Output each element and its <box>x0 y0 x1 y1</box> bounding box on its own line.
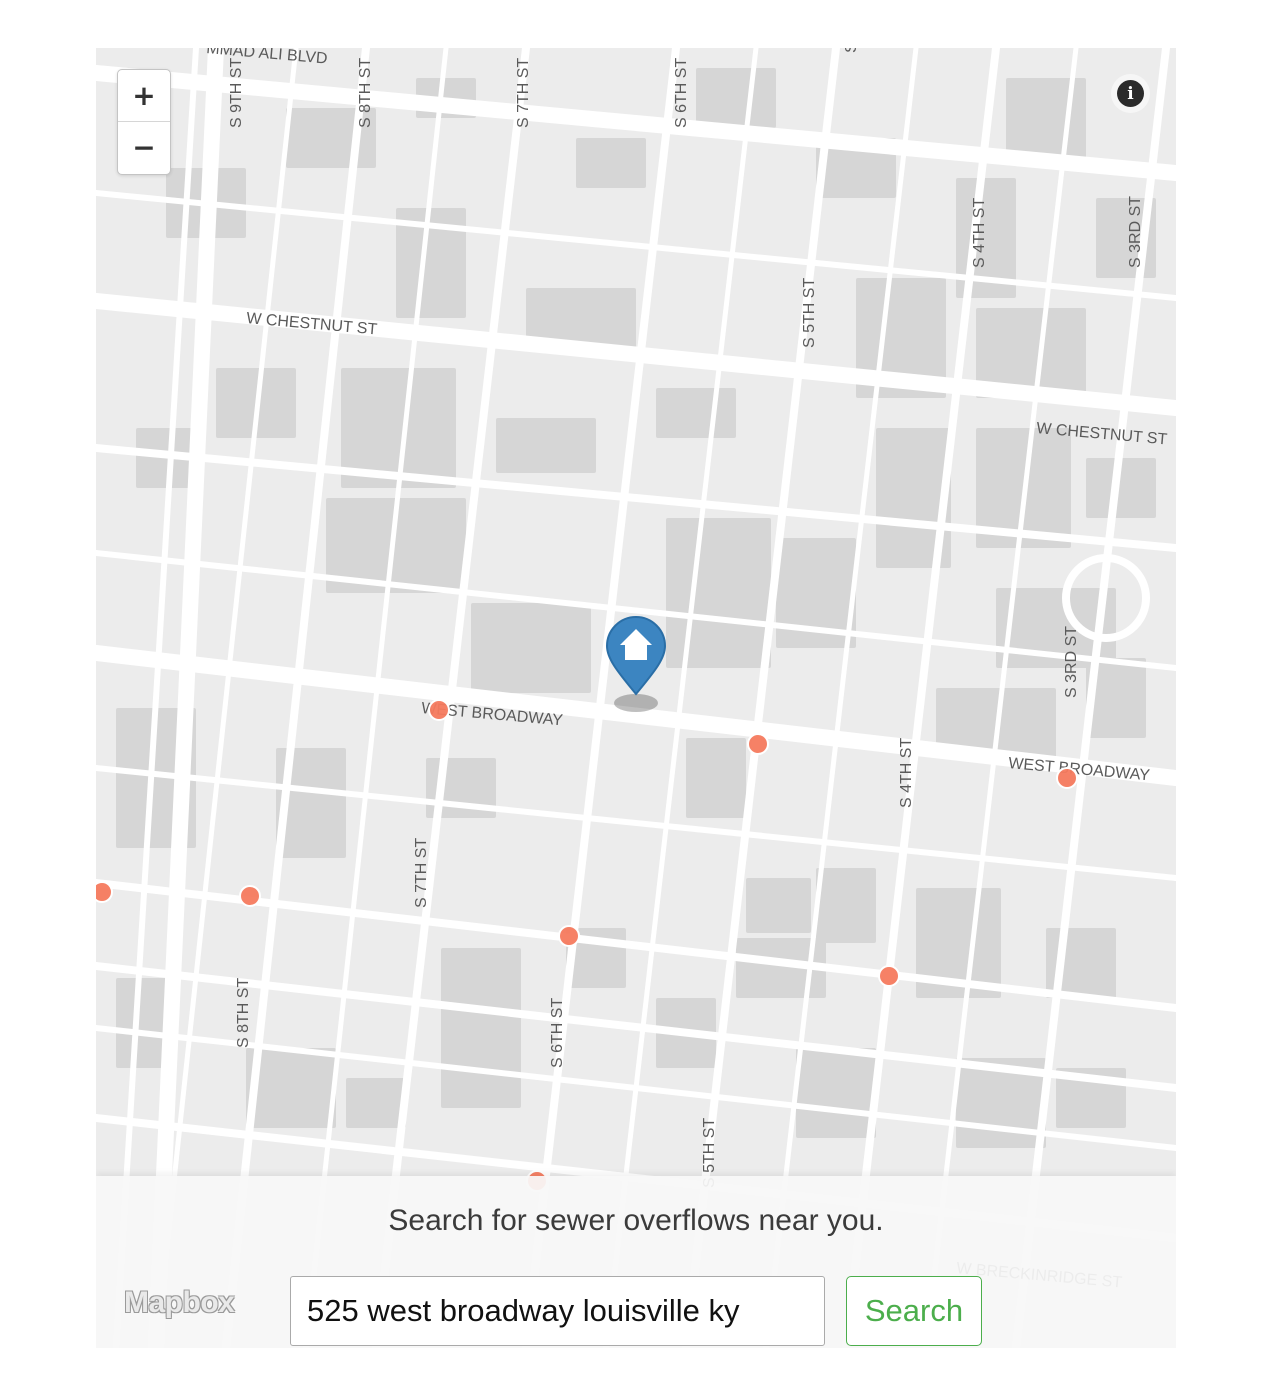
street-label: S 9TH ST <box>228 58 245 128</box>
sewer-overflow-marker[interactable] <box>747 733 769 755</box>
street-label: S 5TH ST <box>801 278 818 348</box>
search-button[interactable]: Search <box>846 1276 982 1346</box>
address-search-input[interactable] <box>290 1276 825 1346</box>
sewer-overflow-marker[interactable] <box>96 881 113 903</box>
search-prompt: Search for sewer overflows near you. <box>388 1204 884 1237</box>
street-label: MMAD ALI BLVD <box>206 48 329 68</box>
sewer-overflow-marker[interactable] <box>428 699 450 721</box>
street-label: S 4TH ST <box>898 738 915 808</box>
sewer-overflow-marker[interactable] <box>878 965 900 987</box>
street-label: S 3RD ST <box>1127 196 1144 268</box>
street-label: S 6TH ST <box>673 58 690 128</box>
sewer-overflow-marker[interactable] <box>1056 767 1078 789</box>
street-label: S 8TH ST <box>235 978 252 1048</box>
street-label: S 3RD ST <box>1063 626 1080 698</box>
search-panel: Search for sewer overflows near you. Map… <box>96 1176 1176 1348</box>
zoom-out-button[interactable]: − <box>118 121 170 173</box>
street-label: S 8TH ST <box>357 58 374 128</box>
sewer-overflow-marker[interactable] <box>239 885 261 907</box>
street-label: S 6TH ST <box>549 998 566 1068</box>
street-label: S 5 <box>843 48 860 53</box>
mapbox-logo[interactable]: Mapbox <box>124 1286 235 1320</box>
map-container[interactable]: S 9TH ST S 8TH ST S 7TH ST S 6TH ST S 5 S 5TH… <box>96 48 1176 1348</box>
street-label: S 7TH ST <box>413 838 430 908</box>
street-label: S 4TH ST <box>971 198 988 268</box>
map-canvas[interactable]: S 9TH ST S 8TH ST S 7TH ST S 6TH ST S 5 S 5TH… <box>96 48 1176 1348</box>
home-pin-marker[interactable] <box>605 616 667 712</box>
street-label: S 7TH ST <box>515 58 532 128</box>
sewer-overflow-marker[interactable] <box>558 925 580 947</box>
zoom-control: + − <box>117 69 171 175</box>
zoom-in-button[interactable]: + <box>118 70 170 121</box>
info-icon[interactable]: i <box>1117 80 1144 107</box>
